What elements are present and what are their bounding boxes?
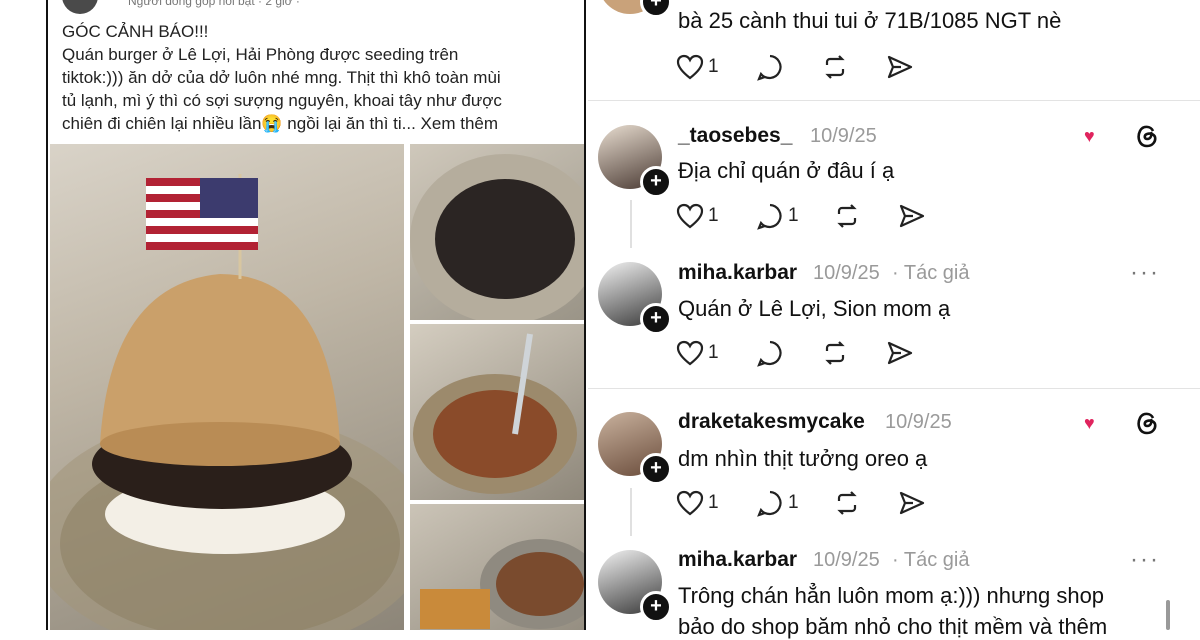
like-count: 1 bbox=[708, 342, 719, 363]
repost-icon bbox=[825, 341, 845, 365]
scrollbar[interactable] bbox=[1166, 600, 1170, 630]
reply-icon bbox=[757, 54, 782, 81]
follow-plus-icon[interactable]: + bbox=[640, 453, 672, 485]
reply-icon bbox=[757, 340, 782, 367]
comments-panel: + bà 25 cành thui tui ở 71B/1085 NGT nè … bbox=[588, 0, 1200, 639]
like-button[interactable]: 1 bbox=[676, 52, 719, 82]
repost-button[interactable] bbox=[833, 201, 861, 231]
repost-icon bbox=[837, 491, 857, 515]
post-text: GÓC CẢNH BÁO!!! Quán burger ở Lê Lợi, Hả… bbox=[62, 20, 582, 135]
author-tag: · Tác giả bbox=[892, 549, 970, 571]
like-count: 1 bbox=[708, 56, 719, 77]
follow-plus-icon[interactable]: + bbox=[640, 591, 672, 623]
share-icon bbox=[887, 55, 913, 79]
divider bbox=[588, 388, 1200, 389]
reply-count: 1 bbox=[788, 492, 799, 513]
post-line: chiên đi chiên lại nhiều lần😭 ngồi lại ă… bbox=[62, 114, 499, 133]
threads-icon[interactable] bbox=[1133, 122, 1161, 150]
thread-line bbox=[630, 488, 632, 536]
photo-grid bbox=[50, 144, 584, 630]
more-icon[interactable]: ··· bbox=[1130, 259, 1160, 287]
repost-button[interactable] bbox=[821, 52, 849, 82]
like-count: 1 bbox=[708, 492, 719, 513]
repost-icon bbox=[837, 204, 857, 228]
fries-illustration bbox=[420, 539, 584, 629]
poster-avatar bbox=[62, 0, 98, 14]
username[interactable]: miha.karbar bbox=[678, 548, 797, 572]
username[interactable]: miha.karbar bbox=[678, 261, 797, 285]
share-icon bbox=[899, 204, 925, 228]
post-line: GÓC CẢNH BÁO!!! bbox=[62, 22, 209, 41]
spaghetti-illustration bbox=[413, 333, 577, 494]
reply-button[interactable] bbox=[756, 338, 784, 368]
comment-text: Quán ở Lê Lợi, Sion mom ạ bbox=[678, 296, 951, 321]
comment-actions: 1 1 bbox=[676, 488, 936, 518]
threads-icon[interactable] bbox=[1133, 409, 1161, 437]
meat-photo[interactable] bbox=[410, 144, 584, 320]
username[interactable]: draketakesmycake bbox=[678, 410, 865, 434]
share-icon bbox=[899, 491, 925, 515]
share-button[interactable] bbox=[886, 52, 914, 82]
divider bbox=[588, 100, 1200, 101]
facebook-post-screenshot: Người đóng góp nổi bật · 2 giờ · GÓC CẢN… bbox=[46, 0, 586, 630]
comment-date: 10/9/25 bbox=[813, 549, 880, 571]
comment-date: 10/9/25 bbox=[813, 262, 880, 284]
author-liked-icon: ♥ bbox=[1084, 126, 1095, 146]
repost-button[interactable] bbox=[833, 488, 861, 518]
share-button[interactable] bbox=[898, 201, 926, 231]
like-button[interactable]: 1 bbox=[676, 338, 719, 368]
post-line: Quán burger ở Lê Lợi, Hải Phòng được see… bbox=[62, 45, 459, 64]
follow-plus-icon[interactable]: + bbox=[640, 303, 672, 335]
author-liked-icon: ♥ bbox=[1084, 413, 1095, 433]
share-icon bbox=[887, 341, 913, 365]
like-button[interactable]: 1 bbox=[676, 201, 719, 231]
comment-actions: 1 bbox=[676, 338, 936, 368]
post-line: tủ lạnh, mì ý thì có sợi sượng nguyên, k… bbox=[62, 91, 502, 110]
share-button[interactable] bbox=[898, 488, 926, 518]
heart-icon bbox=[676, 490, 704, 516]
more-icon[interactable]: ··· bbox=[1130, 546, 1160, 574]
heart-icon bbox=[676, 203, 704, 229]
reply-icon bbox=[757, 203, 782, 230]
comment-actions: 1 bbox=[676, 52, 916, 82]
like-count: 1 bbox=[708, 205, 719, 226]
spaghetti-photo[interactable] bbox=[410, 324, 584, 500]
reply-count: 1 bbox=[788, 205, 799, 226]
reply-button[interactable] bbox=[756, 52, 784, 82]
thread-line bbox=[630, 200, 632, 248]
reply-button[interactable]: 1 bbox=[756, 201, 799, 231]
comment-date: 10/9/25 bbox=[810, 125, 877, 147]
burger-illustration bbox=[50, 174, 404, 630]
comment-text: Địa chỉ quán ở đâu í ạ bbox=[678, 158, 895, 183]
post-meta: Người đóng góp nổi bật · 2 giờ · bbox=[128, 0, 300, 8]
comment-text: Trông chán hẳn luôn mom ạ:))) nhưng shop bbox=[678, 583, 1105, 608]
reply-button[interactable]: 1 bbox=[756, 488, 799, 518]
comment-actions: 1 1 bbox=[676, 201, 936, 231]
share-button[interactable] bbox=[886, 338, 914, 368]
reply-icon bbox=[757, 490, 782, 517]
comment-text-line2: bảo do shop băm nhỏ cho thịt mềm và thêm bbox=[678, 614, 1108, 639]
author-tag: · Tác giả bbox=[892, 262, 970, 284]
like-button[interactable]: 1 bbox=[676, 488, 719, 518]
comment-text: bà 25 cành thui tui ở 71B/1085 NGT nè bbox=[678, 8, 1062, 33]
username[interactable]: _taosebes_ bbox=[678, 124, 792, 148]
post-line: tiktok:))) ăn dở của dở luôn nhé mng. Th… bbox=[62, 68, 501, 87]
follow-plus-icon[interactable]: + bbox=[640, 0, 672, 18]
follow-plus-icon[interactable]: + bbox=[640, 166, 672, 198]
repost-icon bbox=[825, 55, 845, 79]
meat-illustration bbox=[410, 154, 584, 320]
comment-text: dm nhìn thịt tưởng oreo ạ bbox=[678, 446, 928, 471]
heart-icon bbox=[676, 340, 704, 366]
burger-photo[interactable] bbox=[50, 144, 404, 630]
repost-button[interactable] bbox=[821, 338, 849, 368]
heart-icon bbox=[676, 54, 704, 80]
fries-photo[interactable] bbox=[410, 504, 584, 630]
comment-date: 10/9/25 bbox=[885, 411, 952, 433]
